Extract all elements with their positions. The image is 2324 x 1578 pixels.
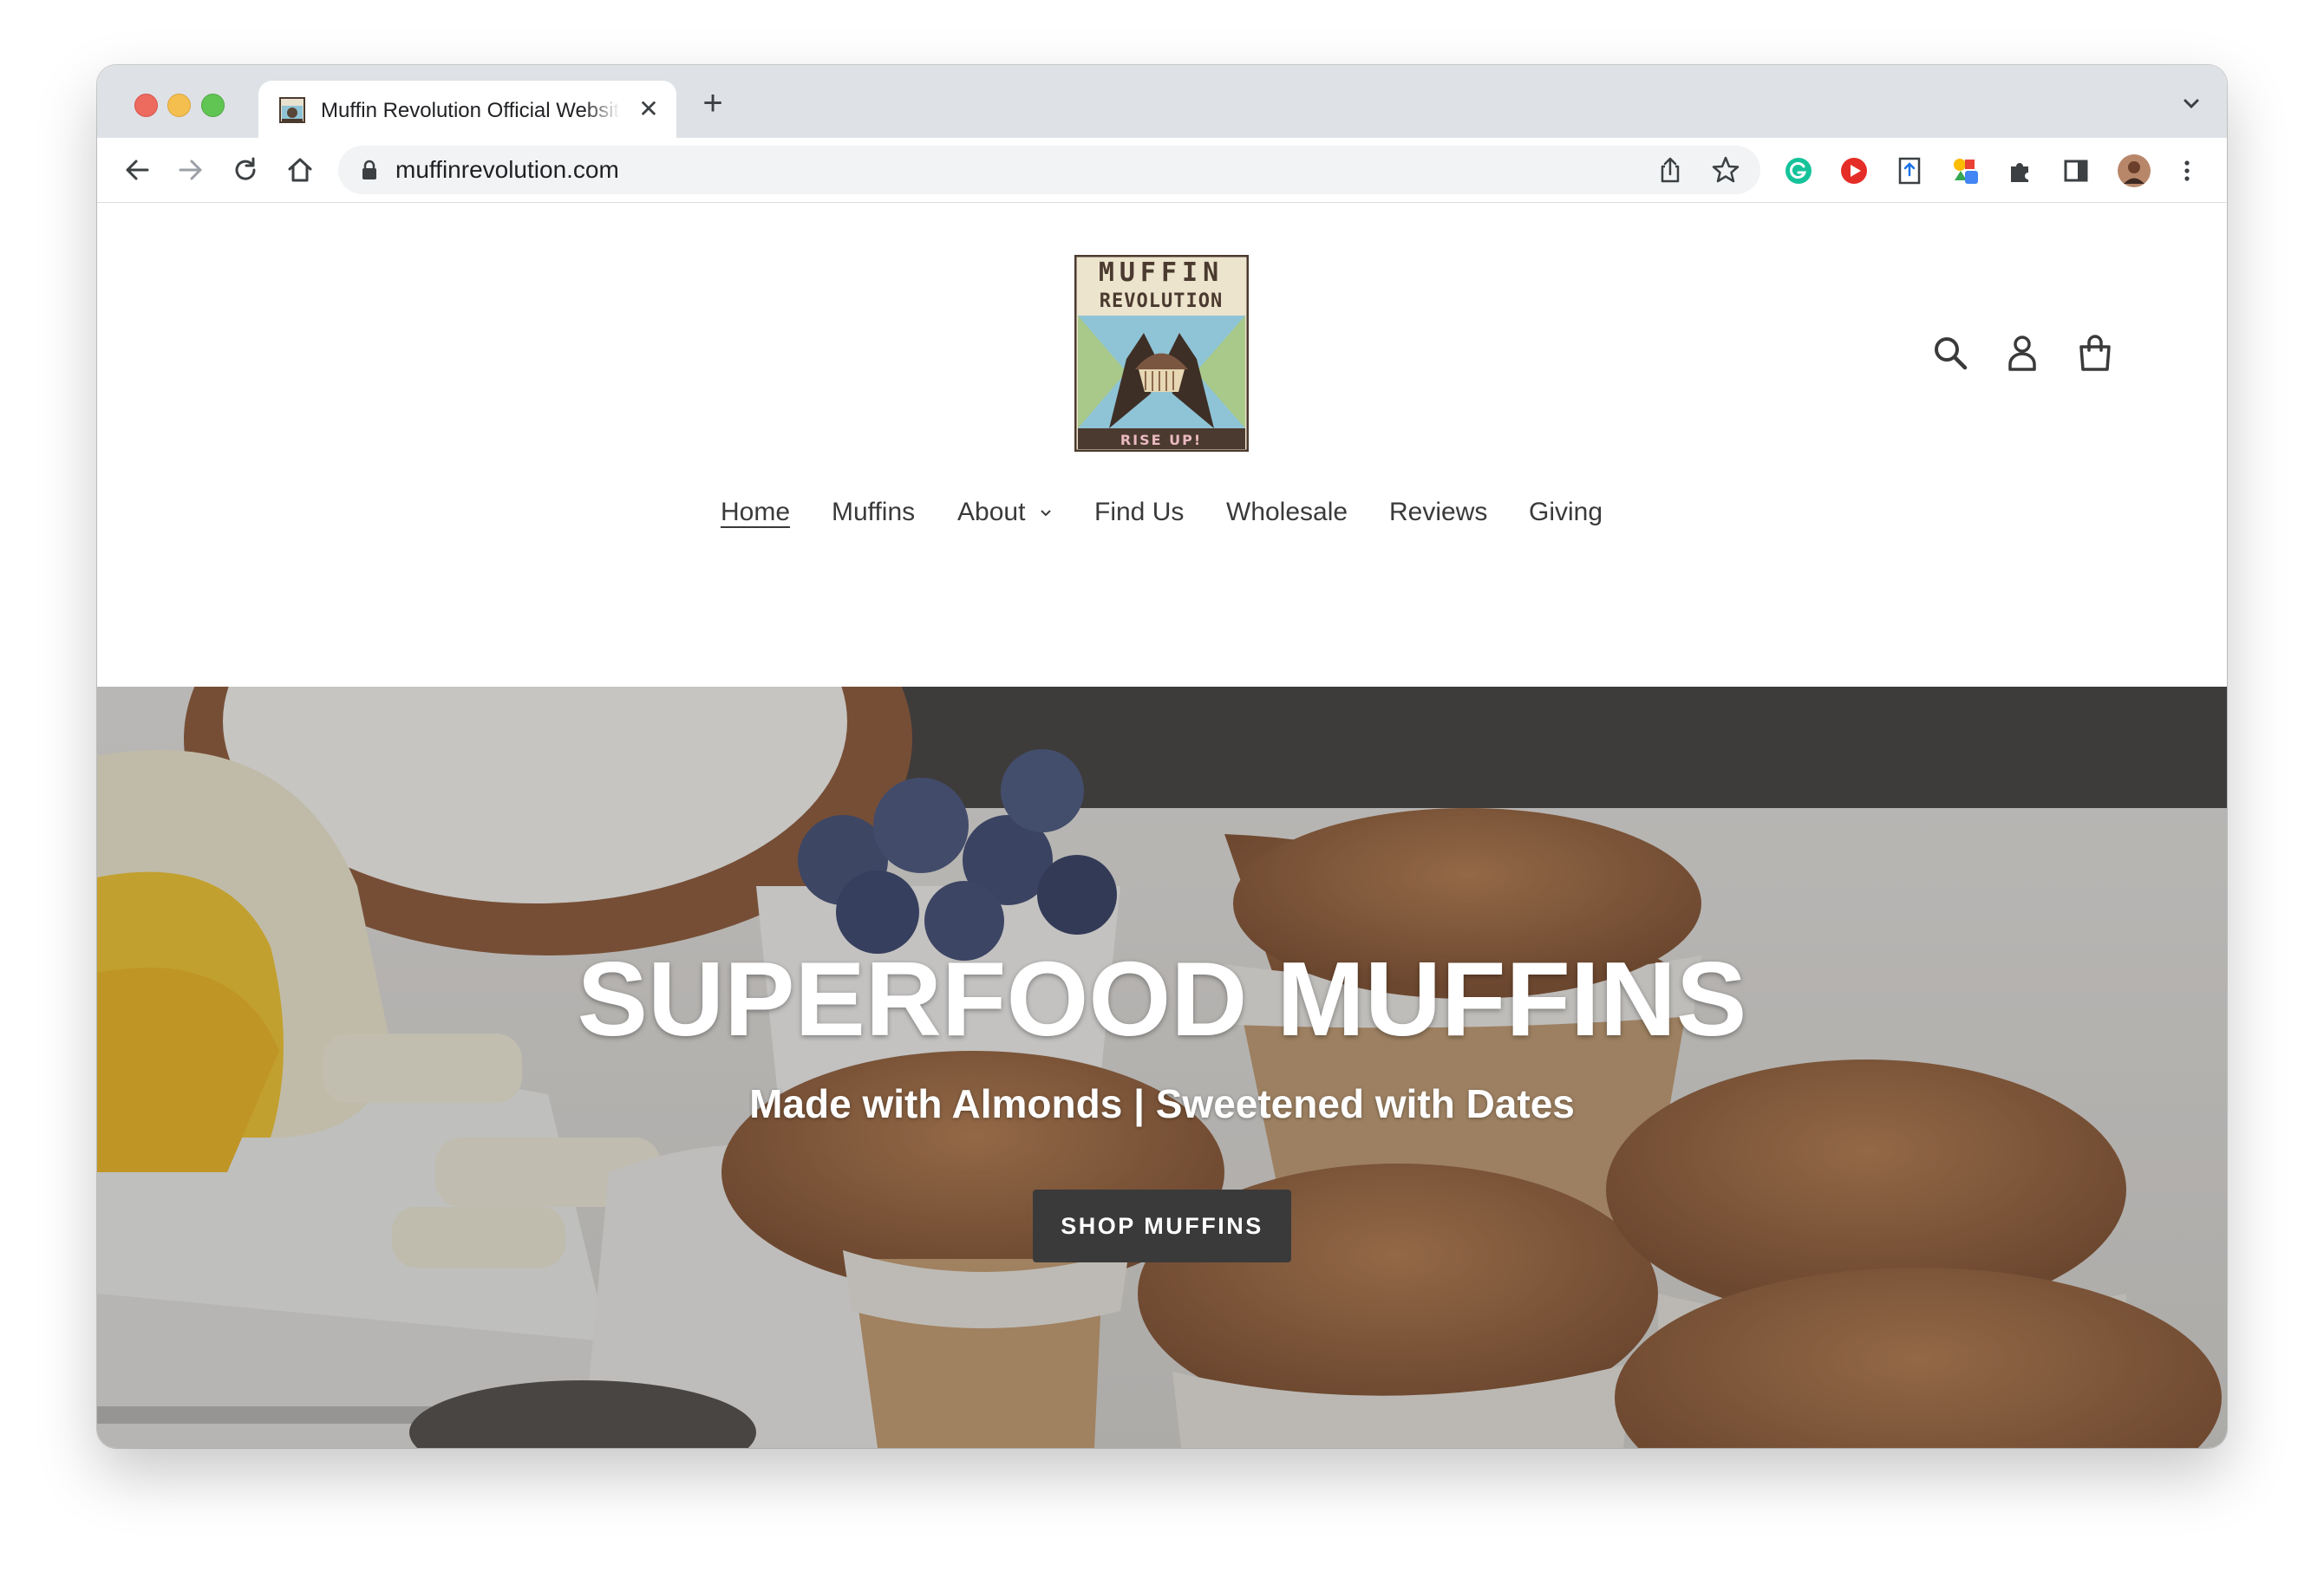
logo-line-2: REVOLUTION bbox=[1100, 290, 1223, 312]
nav-active-underline bbox=[721, 526, 790, 528]
upload-extension-icon[interactable] bbox=[1895, 156, 1924, 186]
back-arrow-icon[interactable] bbox=[121, 154, 153, 186]
nav-muffins[interactable]: Muffins bbox=[832, 495, 915, 530]
close-window-button[interactable] bbox=[134, 94, 158, 117]
minimize-window-button[interactable] bbox=[167, 94, 191, 117]
nav-reviews[interactable]: Reviews bbox=[1389, 495, 1487, 530]
url-text: muffinrevolution.com bbox=[395, 156, 619, 183]
browser-menu-kebab-icon[interactable] bbox=[2172, 156, 2202, 186]
hero-banner: SUPERFOOD MUFFINS Made with Almonds | Sw… bbox=[97, 687, 2227, 1448]
cart-bag-icon[interactable] bbox=[2075, 333, 2115, 373]
hero-dark-overlay bbox=[97, 687, 2227, 1448]
home-icon[interactable] bbox=[284, 154, 316, 186]
account-user-icon[interactable] bbox=[2002, 333, 2042, 373]
logo-tagline: RISE UP! bbox=[1120, 432, 1202, 448]
forward-arrow-icon[interactable] bbox=[175, 154, 206, 186]
browser-tab[interactable]: Muffin Revolution Official Website ✕ bbox=[258, 81, 676, 138]
tab-search-chevron-down-icon[interactable] bbox=[2178, 91, 2204, 117]
new-tab-plus-icon[interactable]: + bbox=[695, 86, 730, 121]
video-extension-icon[interactable] bbox=[1839, 156, 1869, 186]
search-icon[interactable] bbox=[1930, 333, 1970, 373]
extensions-puzzle-icon[interactable] bbox=[2006, 156, 2035, 186]
main-navigation: Home Muffins About Find Us Wholesale Rev… bbox=[97, 495, 2227, 530]
profile-avatar[interactable] bbox=[2117, 153, 2151, 188]
shapes-extension-icon[interactable] bbox=[1950, 156, 1980, 186]
about-chevron-down-icon[interactable] bbox=[1039, 506, 1053, 520]
browser-window: Muffin Revolution Official Website ✕ + m… bbox=[97, 65, 2227, 1448]
bookmark-star-icon[interactable] bbox=[1711, 155, 1740, 185]
tab-close-icon[interactable]: ✕ bbox=[636, 96, 662, 122]
muffin-revolution-logo[interactable]: MUFFIN REVOLUTION RISE UP! bbox=[1074, 255, 1249, 452]
nav-wholesale[interactable]: Wholesale bbox=[1226, 495, 1348, 530]
site-favicon-icon bbox=[279, 97, 305, 123]
share-icon[interactable] bbox=[1656, 156, 1684, 184]
hero-title: SUPERFOOD MUFFINS bbox=[577, 940, 1747, 1058]
lock-icon[interactable] bbox=[361, 160, 378, 180]
nav-find-us[interactable]: Find Us bbox=[1094, 495, 1184, 530]
reload-icon[interactable] bbox=[230, 154, 261, 186]
shop-muffins-button[interactable]: SHOP MUFFINS bbox=[1033, 1190, 1291, 1262]
browser-toolbar: muffinrevolution.com bbox=[97, 138, 2227, 203]
maximize-window-button[interactable] bbox=[201, 94, 225, 117]
hero-subtitle: Made with Almonds | Sweetened with Dates bbox=[749, 1081, 1575, 1126]
address-bar[interactable]: muffinrevolution.com bbox=[338, 146, 1760, 194]
nav-about[interactable]: About bbox=[957, 495, 1025, 530]
grammarly-extension-icon[interactable] bbox=[1784, 156, 1813, 186]
side-panel-icon[interactable] bbox=[2061, 156, 2091, 186]
web-page: MUFFIN REVOLUTION RISE UP! Home Muffins … bbox=[97, 203, 2227, 1448]
nav-giving[interactable]: Giving bbox=[1529, 495, 1603, 530]
tab-strip: Muffin Revolution Official Website ✕ + bbox=[97, 65, 2227, 138]
nav-home[interactable]: Home bbox=[721, 495, 790, 530]
logo-line-1: MUFFIN bbox=[1099, 258, 1224, 288]
tab-title: Muffin Revolution Official Website bbox=[321, 99, 620, 122]
